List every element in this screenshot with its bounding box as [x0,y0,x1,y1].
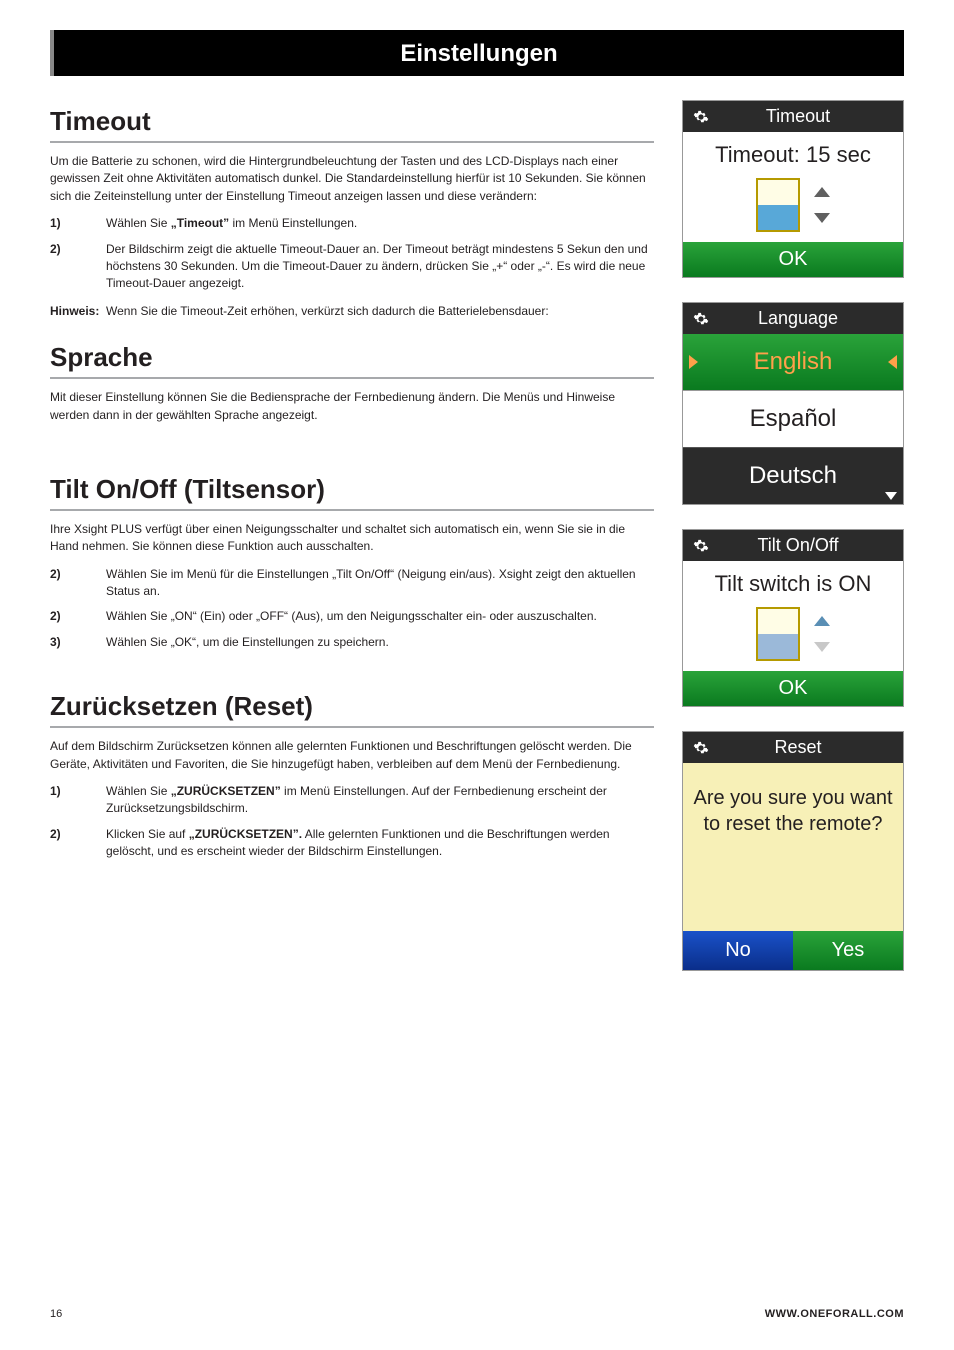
arrow-down-icon[interactable] [814,642,830,652]
list-number: 2) [50,608,106,625]
tilt-status-label: Tilt switch is ON [683,561,903,603]
reset-intro: Auf dem Bildschirm Zurücksetzen können a… [50,738,654,773]
section-title-timeout: Timeout [50,106,654,143]
tilt-slider[interactable] [756,607,800,661]
list-number: 2) [50,826,106,861]
yes-button[interactable]: Yes [793,931,903,970]
list-item: Klicken Sie auf „ZURÜCKSETZEN”. Alle gel… [106,826,654,861]
section-title-sprache: Sprache [50,342,654,379]
text-fragment: Klicken Sie auf [106,827,189,841]
section-title-reset: Zurücksetzen (Reset) [50,691,654,728]
gear-icon [693,311,709,327]
sprache-intro: Mit dieser Einstellung können Sie die Be… [50,389,654,424]
timeout-value-label: Timeout: 15 sec [683,132,903,174]
language-option-espanol[interactable]: Español [683,390,903,447]
text-fragment: Wählen Sie [106,784,171,798]
list-number: 1) [50,215,106,232]
timeout-slider[interactable] [756,178,800,232]
screen-title: Language [719,308,893,329]
text-fragment: Wählen Sie [106,216,171,230]
language-option-english[interactable]: English [683,334,903,390]
list-item: Der Bildschirm zeigt die aktuelle Timeou… [106,241,654,293]
footer-url: WWW.ONEFORALL.COM [765,1308,904,1320]
note-text: Wenn Sie die Timeout-Zeit erhöhen, verkü… [106,303,654,320]
list-item: Wählen Sie im Menü für die Einstellungen… [106,566,654,601]
arrow-up-icon[interactable] [814,187,830,197]
list-item: Wählen Sie „Timeout” im Menü Einstellung… [106,215,654,232]
screen-title: Reset [719,737,893,758]
screen-tilt: Tilt On/Off Tilt switch is ON OK [682,529,904,707]
screen-language: Language English Español Deutsch [682,302,904,505]
bold-term: „ZURÜCKSETZEN”. [189,827,302,841]
arrow-up-icon[interactable] [814,616,830,626]
gear-icon [693,740,709,756]
list-item: Wählen Sie „ZURÜCKSETZEN” im Menü Einste… [106,783,654,818]
list-number: 2) [50,241,106,293]
reset-confirm-text: Are you sure you want to reset the remot… [683,763,903,931]
list-item: Wählen Sie „ON“ (Ein) oder „OFF“ (Aus), … [106,608,654,625]
screen-reset: Reset Are you sure you want to reset the… [682,731,904,971]
screen-timeout: Timeout Timeout: 15 sec OK [682,100,904,278]
language-label: Deutsch [749,462,837,489]
more-down-icon [885,492,897,500]
gear-icon [693,538,709,554]
screen-title: Tilt On/Off [719,535,893,556]
language-option-deutsch[interactable]: Deutsch [683,447,903,504]
text-fragment: im Menü Einstellungen. [229,216,357,230]
timeout-intro: Um die Batterie zu schonen, wird die Hin… [50,153,654,205]
screen-title: Timeout [719,106,893,127]
ok-button[interactable]: OK [683,671,903,706]
list-number: 2) [50,566,106,601]
bold-term: „ZURÜCKSETZEN” [171,784,281,798]
gear-icon [693,109,709,125]
arrow-down-icon[interactable] [814,213,830,223]
section-title-tilt: Tilt On/Off (Tiltsensor) [50,474,654,511]
page-number: 16 [50,1308,62,1320]
page-banner: Einstellungen [50,30,904,76]
note-label: Hinweis: [50,303,106,320]
list-item: Wählen Sie „OK“, um die Einstellungen zu… [106,634,654,651]
list-number: 3) [50,634,106,651]
bold-term: „Timeout” [171,216,229,230]
ok-button[interactable]: OK [683,242,903,277]
no-button[interactable]: No [683,931,793,970]
tilt-intro: Ihre Xsight PLUS verfügt über einen Neig… [50,521,654,556]
list-number: 1) [50,783,106,818]
